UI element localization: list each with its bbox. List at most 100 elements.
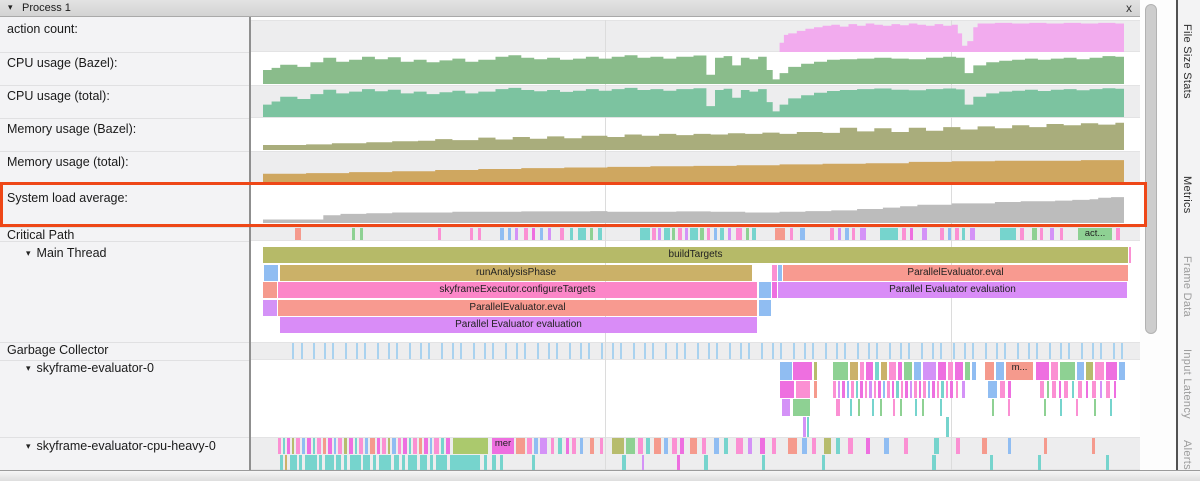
trace-slice[interactable] — [932, 381, 935, 398]
trace-slice[interactable] — [761, 343, 763, 359]
trace-slice[interactable] — [588, 343, 590, 359]
trace-slice[interactable] — [363, 455, 370, 470]
track-label-skyframe-evaluator-0[interactable]: ▾skyframe-evaluator-0 — [26, 361, 154, 375]
trace-slice[interactable] — [1008, 399, 1010, 416]
trace-slice[interactable] — [500, 228, 504, 240]
trace-slice[interactable] — [516, 343, 518, 359]
trace-slice[interactable] — [704, 455, 708, 470]
trace-slice[interactable] — [349, 438, 353, 454]
trace-slice[interactable] — [883, 381, 885, 398]
trace-slice[interactable] — [1068, 343, 1070, 359]
trace-slice[interactable] — [419, 438, 422, 454]
trace-slice[interactable] — [796, 381, 810, 398]
trace-slice[interactable] — [356, 343, 358, 359]
trace-slice[interactable] — [492, 455, 496, 470]
trace-slice[interactable] — [780, 362, 792, 380]
trace-slice[interactable] — [880, 399, 882, 416]
trace-slice[interactable] — [540, 438, 547, 454]
trace-slice[interactable] — [1050, 228, 1054, 240]
close-icon[interactable]: x — [1126, 1, 1132, 15]
trace-slice[interactable] — [548, 343, 550, 359]
trace-slice[interactable] — [642, 455, 644, 470]
trace-slice[interactable] — [850, 399, 852, 416]
trace-slice[interactable] — [484, 455, 487, 470]
trace-slice[interactable] — [307, 438, 311, 454]
trace-slice[interactable] — [802, 438, 807, 454]
trace-slice[interactable] — [884, 438, 889, 454]
collapse-arrow-icon[interactable]: ▾ — [8, 2, 13, 13]
trace-slice[interactable] — [759, 300, 771, 316]
trace-slice[interactable] — [1092, 381, 1096, 398]
trace-slice-labeled[interactable]: act... — [1078, 228, 1112, 240]
trace-slice[interactable] — [430, 455, 433, 470]
trace-slice[interactable] — [972, 362, 976, 380]
trace-slice[interactable] — [1008, 381, 1011, 398]
trace-slice[interactable] — [672, 438, 677, 454]
trace-slice[interactable] — [373, 455, 376, 470]
trace-slice[interactable] — [285, 455, 287, 470]
trace-slice[interactable] — [646, 438, 650, 454]
trace-slice[interactable] — [473, 343, 475, 359]
trace-slice[interactable] — [377, 438, 380, 454]
trace-slice[interactable] — [1081, 343, 1083, 359]
trace-slice[interactable] — [1064, 381, 1068, 398]
trace-slice[interactable] — [505, 343, 507, 359]
horizontal-scrollbar[interactable] — [0, 470, 1200, 481]
trace-slice[interactable] — [857, 343, 859, 359]
trace-slice[interactable] — [515, 228, 518, 240]
trace-slice[interactable] — [672, 228, 675, 240]
collapse-arrow-icon[interactable]: ▾ — [26, 441, 31, 451]
trace-slice[interactable] — [408, 455, 417, 470]
trace-slice[interactable] — [956, 438, 960, 454]
trace-slice-labeled[interactable]: Parallel Evaluator evaluation — [778, 282, 1127, 298]
trace-slice[interactable] — [775, 228, 785, 240]
trace-slice[interactable] — [904, 438, 908, 454]
trace-slice[interactable] — [962, 381, 965, 398]
trace-slice[interactable] — [360, 228, 363, 240]
trace-slice[interactable] — [896, 381, 899, 398]
trace-slice[interactable] — [424, 438, 428, 454]
trace-slice[interactable] — [1116, 228, 1120, 240]
trace-slice[interactable] — [640, 228, 650, 240]
trace-slice[interactable] — [836, 399, 840, 416]
trace-slice[interactable] — [664, 438, 668, 454]
trace-slice[interactable] — [434, 438, 439, 454]
trace-slice[interactable] — [852, 228, 855, 240]
trace-slice[interactable] — [296, 438, 300, 454]
trace-slice[interactable] — [441, 343, 443, 359]
tab-file-size-stats[interactable]: File Size Stats — [1181, 24, 1193, 99]
trace-slice[interactable] — [948, 228, 951, 240]
trace-slice[interactable] — [875, 362, 879, 380]
trace-slice[interactable] — [793, 362, 812, 380]
trace-slice[interactable] — [985, 343, 987, 359]
track-label-skyframe-evaluator-cpu-heavy-0[interactable]: ▾skyframe-evaluator-cpu-heavy-0 — [26, 439, 216, 453]
trace-slice[interactable] — [677, 455, 680, 470]
trace-slice[interactable] — [263, 282, 277, 298]
track-label-main-thread[interactable]: ▾Main Thread — [26, 246, 106, 260]
trace-slice[interactable] — [1110, 399, 1112, 416]
collapse-arrow-icon[interactable]: ▾ — [26, 363, 31, 373]
trace-slice[interactable] — [803, 417, 806, 437]
trace-slice[interactable] — [1119, 362, 1125, 380]
trace-slice[interactable] — [760, 438, 765, 454]
trace-slice[interactable] — [377, 343, 379, 359]
trace-slice[interactable] — [988, 381, 997, 398]
trace-slice[interactable] — [409, 438, 411, 454]
trace-slice[interactable] — [1060, 228, 1063, 240]
trace-slice[interactable] — [398, 438, 401, 454]
trace-slice[interactable] — [889, 343, 891, 359]
trace-slice[interactable] — [420, 455, 427, 470]
trace-slice[interactable] — [972, 343, 974, 359]
trace-slice[interactable] — [928, 381, 930, 398]
trace-slice[interactable] — [740, 343, 742, 359]
trace-slice[interactable] — [492, 343, 494, 359]
trace-slice[interactable] — [780, 343, 782, 359]
trace-slice[interactable] — [323, 438, 326, 454]
trace-slice[interactable] — [702, 438, 706, 454]
trace-slice[interactable] — [566, 438, 569, 454]
trace-slice[interactable] — [836, 343, 838, 359]
trace-slice[interactable] — [985, 362, 994, 380]
trace-slice[interactable] — [996, 362, 1004, 380]
trace-slice[interactable] — [932, 343, 934, 359]
trace-slice[interactable] — [1100, 343, 1102, 359]
